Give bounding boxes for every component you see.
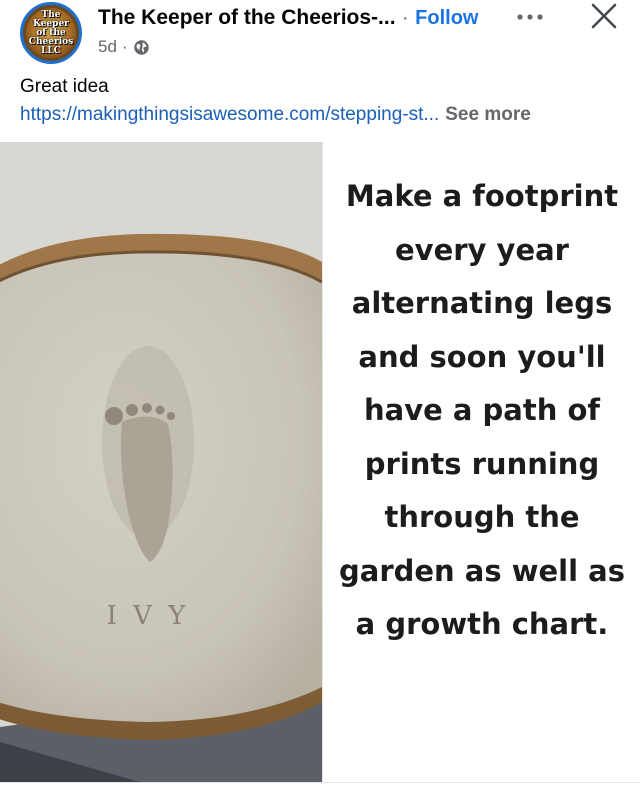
avatar-text-line: LLC	[41, 45, 61, 56]
page-name-link[interactable]: The Keeper of the Cheerios-...	[98, 6, 396, 29]
post-header: The Keeper of the Cheerios LLC The Keepe…	[0, 0, 640, 72]
post-link-row: https://makingthingsisawesome.com/steppi…	[20, 104, 630, 126]
close-icon[interactable]	[586, 0, 622, 34]
post-timestamp[interactable]: 5d	[98, 37, 117, 57]
stamped-name: I V Y	[107, 601, 190, 631]
avatar-logo: The Keeper of the Cheerios LLC	[26, 8, 76, 58]
post-photo-text-panel[interactable]: Make a footprint every year alternating …	[322, 142, 640, 782]
stepping-stone-illustration: I V Y	[0, 142, 322, 782]
post-divider	[0, 782, 640, 795]
title-row: The Keeper of the Cheerios-... · Follow	[98, 6, 518, 32]
see-more-button[interactable]: See more	[445, 104, 531, 125]
post-link[interactable]: https://makingthingsisawesome.com/steppi…	[20, 104, 439, 125]
more-dots-icon[interactable]	[512, 6, 548, 28]
post-meta: 5d ·	[98, 36, 150, 58]
image-caption-text: Make a footprint every year alternating …	[339, 179, 625, 641]
separator-dot: ·	[402, 7, 409, 29]
post-photo-footprint[interactable]: I V Y	[0, 142, 322, 782]
follow-button[interactable]: Follow	[415, 7, 478, 29]
globe-icon[interactable]	[133, 39, 150, 56]
post-caption: Great idea	[20, 76, 109, 97]
separator-dot: ·	[121, 37, 128, 56]
page-avatar[interactable]: The Keeper of the Cheerios LLC	[20, 2, 82, 64]
